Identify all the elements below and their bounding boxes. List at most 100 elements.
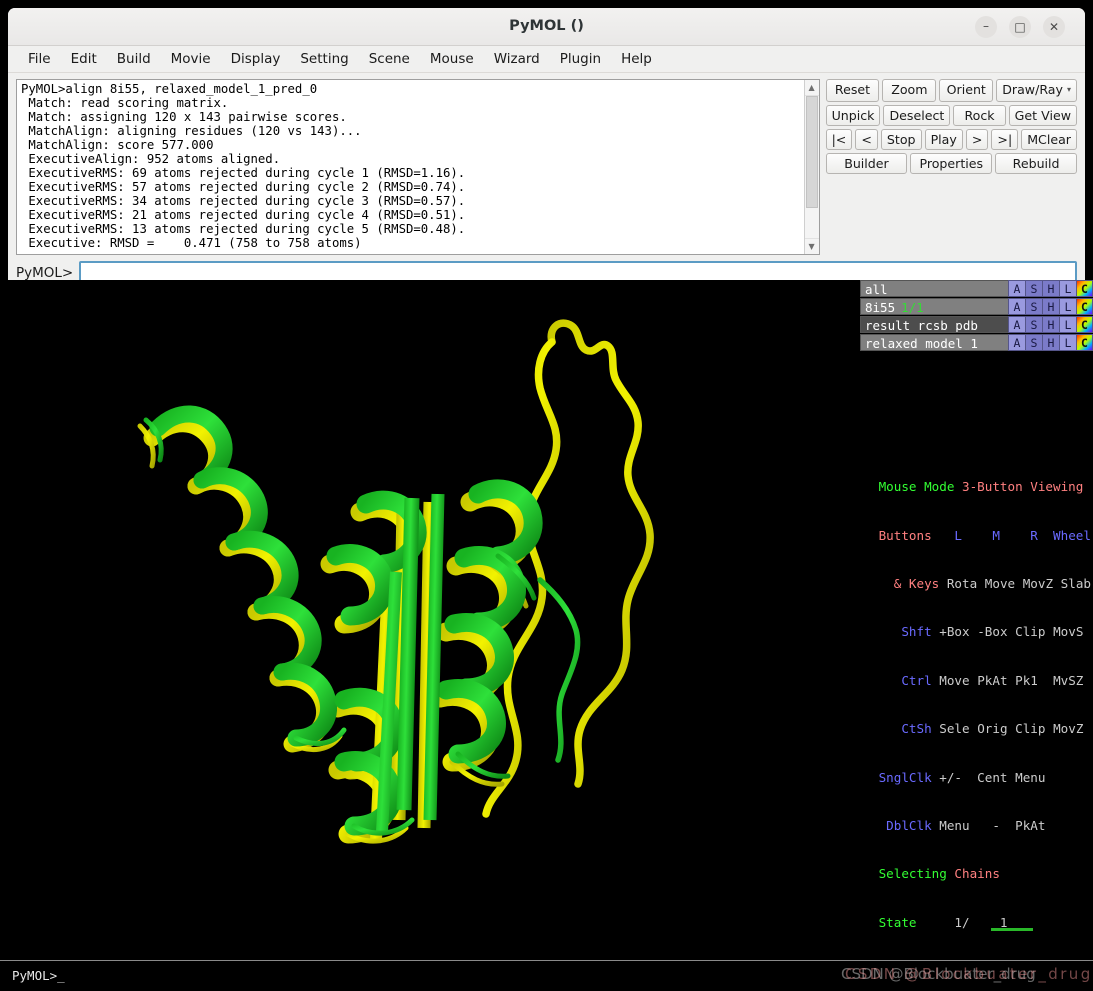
- close-button[interactable]: ✕: [1043, 16, 1065, 38]
- legend-key-ctrl: Ctrl: [901, 672, 932, 688]
- menu-item-plugin[interactable]: Plugin: [550, 48, 611, 70]
- 3d-viewport[interactable]: all A S H L C 8i55 1/1 A S H L C result_r…: [0, 280, 1093, 961]
- legend-key-ctsh: CtSh: [901, 721, 932, 737]
- movie-stop-button[interactable]: Stop: [880, 129, 922, 150]
- legend-buttons-label: Buttons: [878, 527, 932, 543]
- object-name-all[interactable]: all: [860, 280, 1008, 297]
- minimize-button[interactable]: –: [975, 16, 997, 38]
- legend-ctrl-values: Move PkAt Pk1 MvSZ: [939, 672, 1084, 688]
- object-row-8i55[interactable]: 8i55 1/1 A S H L C: [860, 298, 1093, 315]
- orient-button[interactable]: Orient: [939, 79, 994, 102]
- legend-selecting-label: Selecting: [878, 866, 947, 882]
- legend-row-single-click: SnglClk +/- Cent Menu: [879, 771, 1091, 784]
- menu-item-help[interactable]: Help: [611, 48, 662, 70]
- object-action-c[interactable]: C: [1076, 298, 1093, 315]
- object-action-a[interactable]: A: [1008, 298, 1025, 315]
- zoom-button[interactable]: Zoom: [882, 79, 937, 102]
- close-icon: ✕: [1048, 20, 1060, 34]
- window-title: PyMOL (): [509, 18, 584, 34]
- movie-play-button[interactable]: Play: [924, 129, 963, 150]
- object-action-l[interactable]: L: [1059, 316, 1076, 333]
- movie-clear-button[interactable]: MClear: [1021, 129, 1077, 150]
- object-action-l[interactable]: L: [1059, 280, 1076, 297]
- reset-button[interactable]: Reset: [825, 79, 880, 102]
- object-action-h[interactable]: H: [1042, 334, 1059, 351]
- button-row-movie: |< < Stop Play > >| MClear: [825, 129, 1077, 150]
- object-label: result_rcsb_pdb_: [865, 318, 986, 333]
- object-name-8i55[interactable]: 8i55 1/1: [860, 298, 1008, 315]
- menu-item-setting[interactable]: Setting: [290, 48, 358, 70]
- object-action-h[interactable]: H: [1042, 298, 1059, 315]
- command-input[interactable]: [79, 261, 1077, 280]
- movie-prev-button[interactable]: <: [855, 129, 878, 150]
- menu-item-wizard[interactable]: Wizard: [484, 48, 550, 70]
- command-prompt-label: PyMOL>: [16, 265, 74, 280]
- status-bar: PyMOL>_ CSDN @Blockbuater_drug CSDN @Blo…: [0, 960, 1093, 991]
- rock-button[interactable]: Rock: [953, 105, 1006, 126]
- menu-item-movie[interactable]: Movie: [161, 48, 221, 70]
- object-row-relaxed-model-1[interactable]: relaxed_model_1_ A S H L C: [860, 334, 1093, 351]
- legend-default-values: Rota Move MovZ Slab: [946, 576, 1091, 592]
- menu-item-scene[interactable]: Scene: [359, 48, 420, 70]
- draw-ray-dropdown[interactable]: Draw/Ray: [996, 79, 1077, 102]
- legend-col-wheel: Wheel: [1053, 527, 1091, 543]
- legend-col-m: M: [992, 527, 1000, 543]
- object-action-s[interactable]: S: [1025, 316, 1042, 333]
- legend-title-line: Mouse Mode 3-Button Viewing: [879, 481, 1091, 494]
- object-action-l[interactable]: L: [1059, 298, 1076, 315]
- movie-last-button[interactable]: >|: [991, 129, 1019, 150]
- object-label: relaxed_model_1_: [865, 336, 986, 351]
- button-row-view: Reset Zoom Orient Draw/Ray: [825, 79, 1077, 102]
- object-action-a[interactable]: A: [1008, 334, 1025, 351]
- object-action-h[interactable]: H: [1042, 316, 1059, 333]
- scroll-up-icon[interactable]: ▲: [804, 80, 819, 96]
- legend-row-selecting: Selecting Chains: [878, 866, 1091, 882]
- object-action-c[interactable]: C: [1076, 334, 1093, 351]
- legend-header-row: Buttons L M R Wheel: [878, 527, 1091, 543]
- watermark-text-front: CSDN @Blockbuater_drug: [845, 965, 1093, 983]
- menu-bar: File Edit Build Movie Display Setting Sc…: [8, 46, 1085, 73]
- maximize-button[interactable]: □: [1009, 16, 1031, 38]
- movie-first-button[interactable]: |<: [825, 129, 853, 150]
- legend-row-shift: Shft +Box -Box Clip MovS: [879, 626, 1091, 639]
- menu-item-edit[interactable]: Edit: [61, 48, 107, 70]
- unpick-button[interactable]: Unpick: [825, 105, 881, 126]
- object-name-result-rcsb-pdb[interactable]: result_rcsb_pdb_: [860, 316, 1008, 333]
- object-name-relaxed-model-1[interactable]: relaxed_model_1_: [860, 334, 1008, 351]
- builder-button[interactable]: Builder: [825, 153, 908, 174]
- upper-panels: PyMOL>align 8i55, relaxed_model_1_pred_0…: [8, 73, 1085, 255]
- object-row-all[interactable]: all A S H L C: [860, 280, 1093, 297]
- legend-row-ctsh: CtSh Sele Orig Clip MovZ: [879, 721, 1091, 737]
- menu-item-build[interactable]: Build: [107, 48, 161, 70]
- scrollbar-thumb[interactable]: [805, 96, 818, 208]
- console-scrollbar[interactable]: ▲ ▼: [803, 80, 819, 254]
- object-action-s[interactable]: S: [1025, 298, 1042, 315]
- scroll-down-icon[interactable]: ▼: [804, 238, 819, 254]
- menu-item-file[interactable]: File: [18, 48, 61, 70]
- legend-row-default: & Keys Rota Move MovZ Slab: [879, 576, 1091, 592]
- deselect-button[interactable]: Deselect: [883, 105, 951, 126]
- minimize-icon: –: [983, 19, 989, 33]
- menu-item-mouse[interactable]: Mouse: [420, 48, 484, 70]
- legend-keys-label: & Keys: [893, 576, 940, 592]
- object-row-result-rcsb-pdb[interactable]: result_rcsb_pdb_ A S H L C: [860, 316, 1093, 333]
- object-action-a[interactable]: A: [1008, 316, 1025, 333]
- legend-row-state: State 1/ 1: [879, 916, 1091, 929]
- object-action-l[interactable]: L: [1059, 334, 1076, 351]
- object-action-s[interactable]: S: [1025, 334, 1042, 351]
- object-state-counter: 1/1: [901, 300, 924, 315]
- object-action-h[interactable]: H: [1042, 280, 1059, 297]
- menu-item-display[interactable]: Display: [221, 48, 291, 70]
- mouse-mode-legend: Mouse Mode 3-Button Viewing Buttons L M …: [879, 457, 1091, 953]
- movie-next-button[interactable]: >: [965, 129, 989, 150]
- object-action-c[interactable]: C: [1076, 316, 1093, 333]
- watermark: CSDN @Blockbuater_drug CSDN @Blockbuater…: [841, 963, 1090, 989]
- get-view-button[interactable]: Get View: [1008, 105, 1077, 126]
- properties-button[interactable]: Properties: [910, 153, 993, 174]
- rebuild-button[interactable]: Rebuild: [995, 153, 1077, 174]
- object-action-s[interactable]: S: [1025, 280, 1042, 297]
- legend-col-r: R: [1030, 527, 1038, 543]
- viewport-edge-artifact: [991, 928, 1033, 931]
- object-action-c[interactable]: C: [1076, 280, 1093, 297]
- object-action-a[interactable]: A: [1008, 280, 1025, 297]
